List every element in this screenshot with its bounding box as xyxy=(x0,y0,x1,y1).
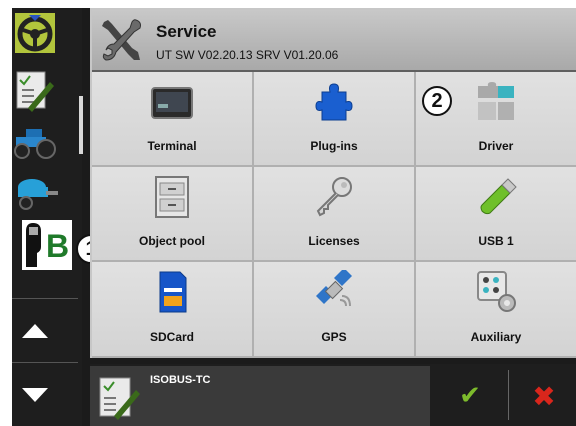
sd-card-icon xyxy=(159,271,187,313)
terminal-tile[interactable]: Terminal xyxy=(92,72,254,167)
service-panel: Service UT SW V02.20.13 SRV V01.20.06 Te… xyxy=(90,8,576,358)
service-header: Service UT SW V02.20.13 SRV V01.20.06 xyxy=(92,10,576,70)
arrow-down-icon xyxy=(22,388,48,402)
tile-label: SDCard xyxy=(149,330,194,344)
steering-wheel-button[interactable] xyxy=(8,10,62,56)
tile-label: Auxiliary xyxy=(470,330,522,344)
tile-label: Object pool xyxy=(139,234,205,248)
steering-wheel-icon xyxy=(15,13,55,53)
sdcard-tile[interactable]: SDCard xyxy=(92,262,254,358)
callout-2: 2 xyxy=(422,86,452,116)
satellite-icon xyxy=(316,270,352,307)
tile-label: USB 1 xyxy=(478,234,514,248)
tile-label: Licenses xyxy=(308,234,360,248)
rail-divider xyxy=(12,298,78,299)
scroll-up-button[interactable] xyxy=(8,308,62,354)
bottom-divider xyxy=(508,370,509,420)
tile-label: Plug-ins xyxy=(310,139,358,153)
tractor-button[interactable] xyxy=(8,118,62,164)
object-pool-tile[interactable]: Object pool xyxy=(92,167,254,262)
bottom-bar: ISOBUS-TC ✔ ✖ xyxy=(90,364,576,426)
plugins-tile[interactable]: Plug-ins xyxy=(254,72,416,167)
scroll-down-button[interactable] xyxy=(8,372,62,418)
usb-stick-icon xyxy=(480,178,517,215)
auxiliary-tile[interactable]: Auxiliary xyxy=(416,262,576,358)
file-cabinet-icon xyxy=(155,176,189,218)
puzzle-grey-icon xyxy=(478,82,514,120)
usb-1-tile[interactable]: USB 1 xyxy=(416,167,576,262)
puzzle-piece-icon xyxy=(315,83,353,121)
tile-label: Terminal xyxy=(147,139,197,153)
version-info: UT SW V02.20.13 SRV V01.20.06 xyxy=(156,48,339,62)
key-icon xyxy=(316,177,352,217)
tile-label: GPS xyxy=(321,330,347,344)
terminal-b-button[interactable]: B xyxy=(22,220,72,270)
close-icon: ✖ xyxy=(532,379,556,413)
arrow-up-icon xyxy=(22,324,48,338)
task-list-icon xyxy=(99,377,140,420)
service-tile-grid: Terminal Plug-ins Driver Object pool Lic… xyxy=(92,72,576,358)
wrench-screwdriver-icon xyxy=(102,19,141,61)
page-title: Service xyxy=(156,22,217,41)
auxiliary-icon xyxy=(477,271,516,312)
terminal-b-icon xyxy=(26,223,41,267)
terminal-icon xyxy=(151,87,193,119)
task-label: ISOBUS-TC xyxy=(150,374,211,386)
isobus-tc-tile[interactable]: ISOBUS-TC xyxy=(90,366,430,426)
terminal-b-letter: B xyxy=(46,228,70,264)
tile-label: Driver xyxy=(478,139,514,153)
confirm-button[interactable]: ✔ xyxy=(440,370,500,422)
check-icon: ✔ xyxy=(459,381,481,411)
sprayer-button[interactable] xyxy=(8,170,62,216)
sprayer-icon xyxy=(18,179,58,210)
tractor-icon xyxy=(14,129,56,159)
cancel-button[interactable]: ✖ xyxy=(514,370,574,422)
rail-divider-2 xyxy=(12,362,78,363)
gps-tile[interactable]: GPS xyxy=(254,262,416,358)
licenses-tile[interactable]: Licenses xyxy=(254,167,416,262)
task-list-icon xyxy=(16,71,54,112)
task-list-button[interactable] xyxy=(8,64,62,118)
rail-scrollbar[interactable] xyxy=(79,96,83,154)
